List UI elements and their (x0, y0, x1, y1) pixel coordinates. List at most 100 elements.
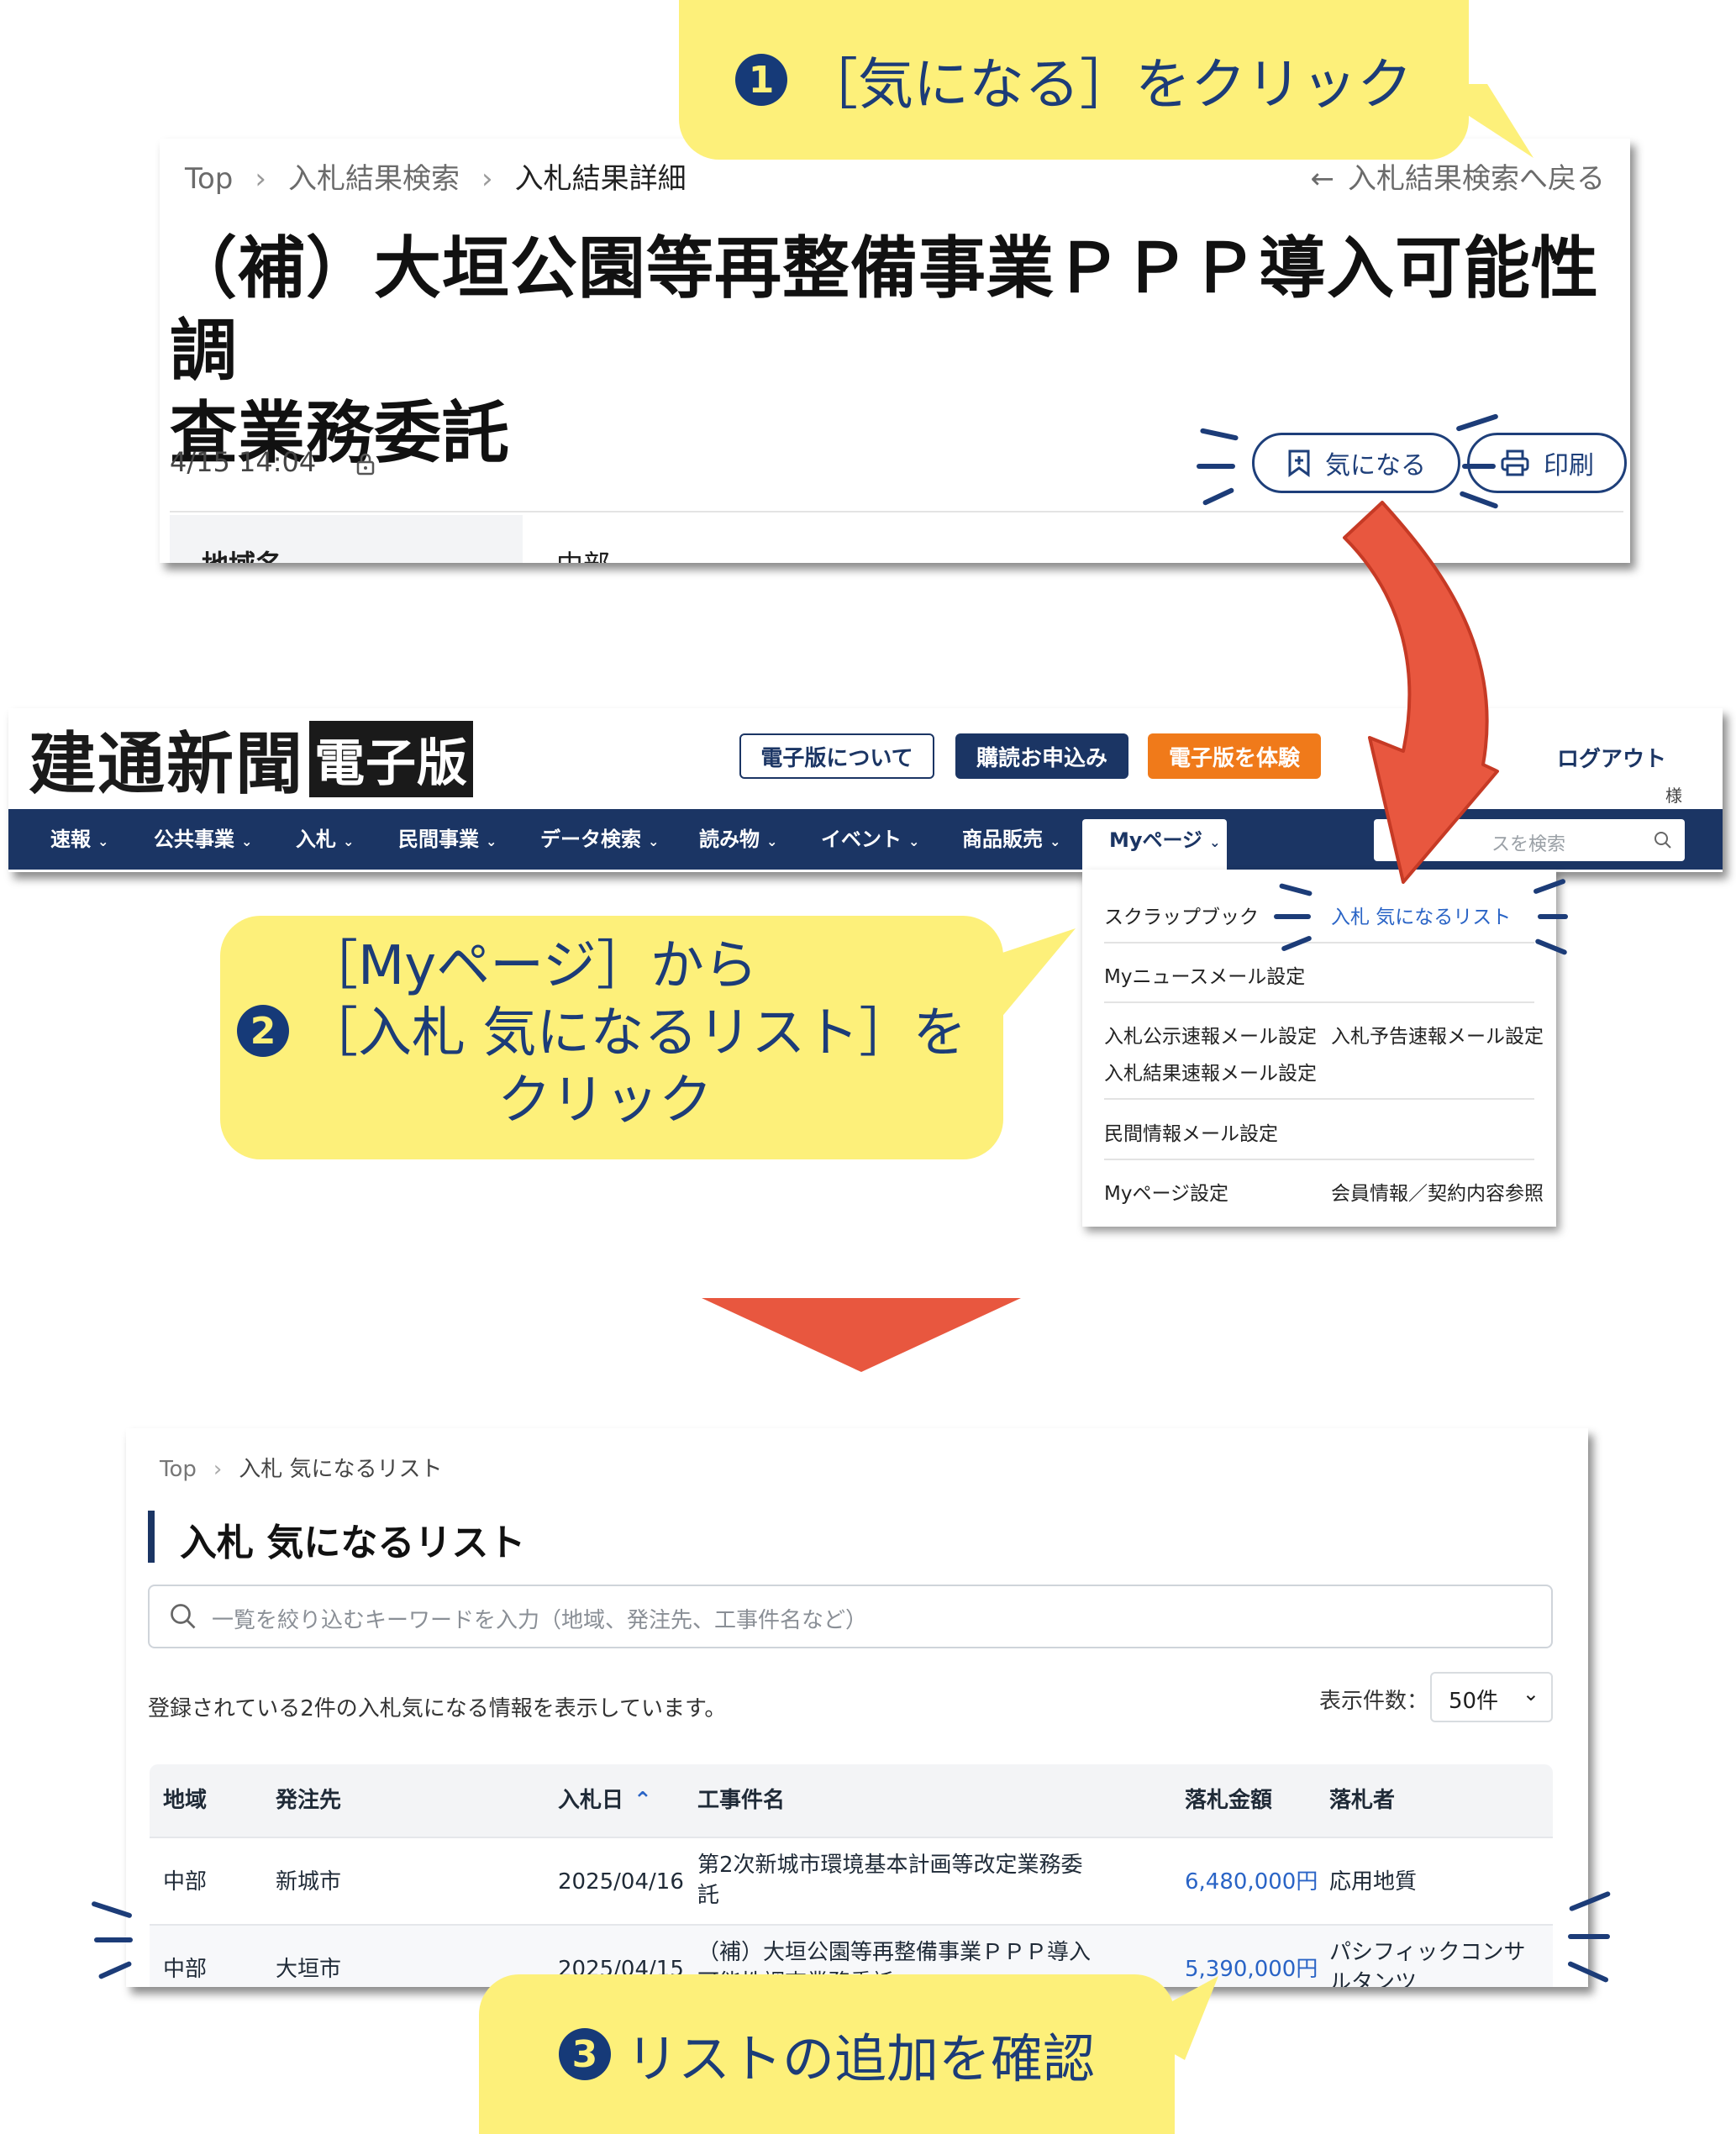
step1-text: ［気になる］をクリック (802, 52, 1412, 117)
search-icon (171, 1604, 196, 1629)
step2-line3: クリック (497, 1070, 713, 1132)
menu-scrapbook[interactable]: スクラップブック (1104, 901, 1259, 929)
chevron-down-icon: ⌄ (343, 833, 355, 849)
print-label: 印刷 (1544, 451, 1594, 481)
nav-data-search[interactable]: データ検索 ⌄ (540, 809, 659, 870)
chevron-down-icon: ⌄ (1522, 1682, 1539, 1706)
nav-bidding[interactable]: 入札 ⌄ (296, 809, 354, 870)
nav-reading[interactable]: 読み物 ⌄ (699, 809, 777, 870)
trial-label: 電子版を体験 (1168, 745, 1300, 771)
logout-link[interactable]: ログアウト (1557, 742, 1666, 773)
user-suffix: 様 (1665, 786, 1682, 806)
breadcrumb: Top › 入札結果検索 › 入札結果詳細 (185, 155, 687, 197)
about-button[interactable]: 電子版について (739, 733, 934, 779)
per-page-select[interactable]: 50件 ⌄ (1430, 1672, 1553, 1722)
flow-arrow-curved (1343, 501, 1499, 884)
nav-label: 民間事業 (398, 828, 479, 851)
breadcrumb-separator: › (213, 1457, 223, 1482)
step2-line1: ［Myページ］から (304, 935, 758, 997)
nav-sokuhou[interactable]: 速報 ⌄ (50, 809, 108, 870)
menu-divider (1104, 1001, 1534, 1003)
cell-amount[interactable]: 6,480,000円 (1185, 1867, 1318, 1897)
cell-project[interactable]: 第2次新城市環境基本計画等改定業務委 託 (697, 1850, 1134, 1911)
step-number-badge: 2 (237, 1005, 289, 1057)
table-header: 地域 発注先 入札日 ⌃ 工事件名 落札金額 落札者 (150, 1764, 1553, 1837)
menu-private-mail[interactable]: 民間情報メール設定 (1104, 1117, 1278, 1146)
step2-callout: 2 ［Myページ］から ［入札 気になるリスト］を クリック (220, 916, 1003, 1159)
trial-button[interactable]: 電子版を体験 (1148, 733, 1321, 779)
cell-project-line1: （補）大垣公園等再整備事業ＰＰＰ導入 (697, 1940, 1092, 1965)
title-line-1: （補）大垣公園等再整備事業ＰＰＰ導入可能性調 (170, 229, 1599, 390)
logo-sub: 電子版 (309, 720, 473, 797)
per-page-label: 表示件数： (1319, 1689, 1429, 1714)
print-button[interactable]: 印刷 (1467, 433, 1627, 493)
chevron-down-icon: ⌄ (97, 833, 109, 849)
lock-icon (357, 453, 375, 476)
nav-mypage[interactable]: Myページ ⌄ (1082, 819, 1227, 870)
filter-search-input[interactable]: 一覧を絞り込むキーワードを入力（地域、発注先、工事件名など） (148, 1585, 1553, 1648)
nav-public-works[interactable]: 公共事業 ⌄ (154, 809, 252, 870)
breadcrumb-top[interactable]: Top (185, 162, 233, 196)
step3-callout: 3 リストの追加を確認 (479, 1974, 1175, 2134)
logo-main: 建通新聞 (29, 724, 304, 803)
column-header-client: 発注先 (276, 1788, 342, 1813)
chevron-down-icon: ⌄ (908, 833, 920, 849)
menu-mypage-settings[interactable]: Myページ設定 (1104, 1177, 1228, 1206)
nav-label: 入札 (296, 828, 336, 851)
chevron-down-icon: ⌄ (241, 833, 253, 849)
menu-news-mail[interactable]: Myニュースメール設定 (1104, 960, 1305, 989)
page-title: 入札 気になるリスト (180, 1522, 526, 1564)
nav-products[interactable]: 商品販売 ⌄ (962, 809, 1060, 870)
emphasis-mark (1538, 914, 1568, 919)
site-logo: 建通新聞 電子版 (29, 720, 473, 803)
menu-divider (1104, 1098, 1534, 1100)
chevron-down-icon: ⌄ (1049, 833, 1061, 849)
menu-divider (1104, 942, 1534, 943)
cell-winner-line2: ルタンツ (1329, 1970, 1418, 1987)
emphasis-mark (94, 1937, 133, 1942)
flow-arrow-down (702, 1298, 1021, 1372)
info-table-value: 中部 (556, 544, 610, 563)
emphasis-mark (1462, 464, 1496, 469)
nav-events[interactable]: イベント ⌄ (821, 809, 919, 870)
menu-member-info[interactable]: 会員情報／契約内容参照 (1331, 1177, 1544, 1206)
breadcrumb-separator: › (255, 162, 266, 196)
cell-region: 中部 (163, 1869, 208, 1895)
breadcrumb: Top › 入札 気になるリスト (160, 1452, 443, 1483)
menu-divider (1104, 1159, 1534, 1160)
step1-callout: 1 ［気になる］をクリック (679, 0, 1469, 160)
step-number-badge: 3 (558, 2028, 611, 2080)
favorite-button[interactable]: 気になる (1252, 433, 1460, 493)
step2-line2: ［入札 気になるリスト］を (304, 1002, 967, 1064)
breadcrumb-current: 入札結果詳細 (514, 162, 687, 196)
menu-public-notice-mail[interactable]: 入札公示速報メール設定 (1104, 1020, 1317, 1049)
column-header-amount: 落札金額 (1185, 1788, 1273, 1813)
cell-project-line1: 第2次新城市環境基本計画等改定業務委 (697, 1853, 1083, 1878)
cell-winner: パシフィックコンサ ルタンツ (1329, 1937, 1539, 1987)
column-header-date[interactable]: 入札日 ⌃ (558, 1785, 652, 1816)
arrow-left-icon: ← (1310, 162, 1335, 196)
emphasis-mark (1568, 1934, 1610, 1939)
chevron-down-icon: ⌄ (1209, 834, 1221, 850)
cell-winner: 応用地質 (1329, 1867, 1539, 1897)
chevron-down-icon: ⌄ (648, 833, 660, 849)
cell-region: 中部 (163, 1957, 208, 1982)
post-datetime: 4/15 14:04 (170, 446, 376, 478)
step2-text: ［Myページ］から ［入札 気になるリスト］を クリック (304, 933, 993, 1134)
breadcrumb-top[interactable]: Top (160, 1457, 197, 1482)
result-summary: 登録されている2件の入札気になる情報を表示しています。 (148, 1696, 727, 1721)
menu-result-mail[interactable]: 入札結果速報メール設定 (1104, 1057, 1317, 1085)
favorites-list-panel: Top › 入札 気になるリスト 入札 気になるリスト 一覧を絞り込むキーワードを入… (126, 1428, 1588, 1987)
table-row[interactable]: 中部 新城市 2025/04/16 第2次新城市環境基本計画等改定業務委 託 6… (150, 1837, 1553, 1926)
breadcrumb-search[interactable]: 入札結果検索 (288, 162, 460, 196)
nav-private-works[interactable]: 民間事業 ⌄ (398, 809, 497, 870)
menu-forecast-mail[interactable]: 入札予告速報メール設定 (1331, 1020, 1544, 1049)
cell-date: 2025/04/16 (558, 1869, 684, 1895)
chevron-down-icon: ⌄ (486, 833, 497, 849)
subscribe-button[interactable]: 購読お申込み (955, 733, 1128, 779)
step-number-badge: 1 (735, 54, 787, 106)
nav-label: イベント (821, 828, 902, 851)
favorite-label: 気になる (1325, 451, 1426, 481)
column-header-date-label: 入札日 (558, 1788, 624, 1813)
breadcrumb-current: 入札 気になるリスト (239, 1457, 443, 1482)
